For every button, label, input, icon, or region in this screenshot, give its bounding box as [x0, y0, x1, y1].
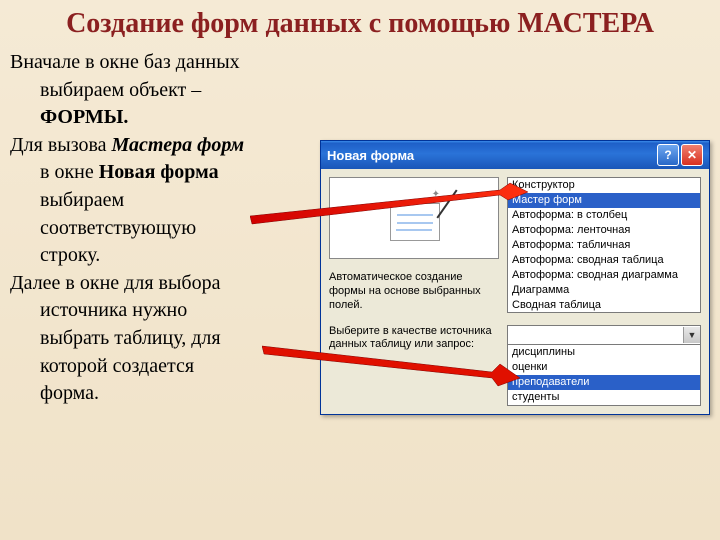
dialog-titlebar[interactable]: Новая форма ? ✕ [321, 141, 709, 169]
p1-line1: Вначале в окне баз данных [10, 51, 240, 73]
form-type-option[interactable]: Автоформа: табличная [508, 238, 700, 253]
p2-part1: Для вызова [10, 134, 112, 156]
p3-line2: источника нужно [10, 298, 310, 324]
close-button[interactable]: ✕ [681, 144, 703, 166]
source-prompt: Выберите в качестве источника данных таб… [329, 319, 499, 406]
p3-line1: Далее в окне для выбора [10, 272, 220, 294]
source-option[interactable]: преподаватели [508, 375, 700, 390]
form-type-option[interactable]: Автоформа: в столбец [508, 208, 700, 223]
source-option[interactable]: дисциплины [508, 345, 700, 360]
p3-line5: форма. [10, 381, 310, 407]
p2-line4: соответствующую [10, 216, 310, 242]
source-option[interactable]: студенты [508, 390, 700, 405]
p1-line2: выбираем объект – [40, 79, 201, 101]
help-button[interactable]: ? [657, 144, 679, 166]
form-type-option[interactable]: Конструктор [508, 178, 700, 193]
p3-line3: выбрать таблицу, для [10, 326, 310, 352]
form-preview: ✦ [329, 177, 499, 259]
source-combo[interactable]: ▼ [507, 325, 701, 345]
form-type-option[interactable]: Автоформа: сводная диаграмма [508, 268, 700, 283]
source-dropdown-list[interactable]: дисциплиныоценкипреподавателистуденты [507, 345, 701, 406]
form-description: Автоматическое создание формы на основе … [329, 269, 499, 312]
dialog-title: Новая форма [327, 148, 414, 163]
p2-wizard: Мастера форм [112, 134, 245, 156]
form-type-option[interactable]: Сводная таблица [508, 298, 700, 313]
close-icon: ✕ [687, 148, 697, 162]
form-type-option[interactable]: Мастер форм [508, 193, 700, 208]
form-type-list[interactable]: КонструкторМастер формАвтоформа: в столб… [507, 177, 701, 313]
source-option[interactable]: оценки [508, 360, 700, 375]
p1-highlight: ФОРМЫ. [40, 106, 128, 128]
form-type-option[interactable]: Автоформа: ленточная [508, 223, 700, 238]
chevron-down-icon[interactable]: ▼ [683, 327, 700, 343]
p2-window: Новая форма [99, 161, 219, 183]
p2-part3: в окне [40, 161, 99, 183]
p2-line3: выбираем [10, 188, 310, 214]
wizard-icon: ✦ [384, 193, 444, 243]
form-type-option[interactable]: Диаграмма [508, 283, 700, 298]
form-type-option[interactable]: Автоформа: сводная таблица [508, 253, 700, 268]
slide-title: Создание форм данных с помощью МАСТЕРА [0, 0, 720, 50]
p2-line5: строку. [10, 243, 310, 269]
new-form-dialog: Новая форма ? ✕ ✦ Автоматическое создани… [320, 140, 710, 415]
instruction-text: Вначале в окне баз данных выбираем объек… [10, 50, 310, 409]
p3-line4: которой создается [10, 354, 310, 380]
